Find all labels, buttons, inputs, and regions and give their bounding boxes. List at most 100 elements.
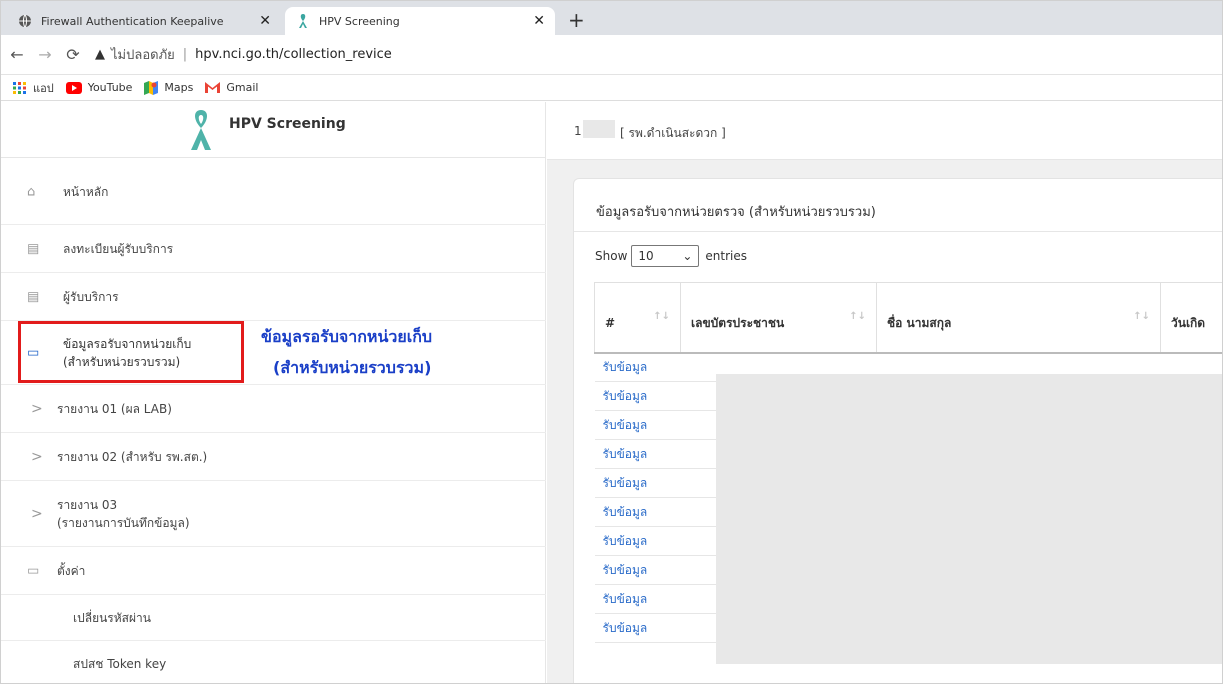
- tab-firewall[interactable]: Firewall Authentication Keepalive ✕: [7, 7, 281, 35]
- card-title: ข้อมูลรอรับจากหน่วยตรวจ (สำหรับหน่วยรวบร…: [596, 205, 876, 220]
- brand-header[interactable]: HPV Screening: [1, 102, 546, 158]
- receive-data-link[interactable]: รับข้อมูล: [594, 555, 681, 585]
- sidebar-item-label-line2: (รายงานการบันทึกข้อมูล): [57, 515, 190, 530]
- apps-grid-icon: [13, 81, 27, 94]
- warning-icon: ▲: [95, 47, 105, 62]
- sidebar-item-label-line1: รายงาน 03: [57, 497, 118, 512]
- list-icon: ▤: [27, 289, 40, 304]
- forward-icon[interactable]: →: [33, 45, 57, 64]
- receive-data-link[interactable]: รับข้อมูล: [594, 613, 681, 643]
- receive-data-link[interactable]: รับข้อมูล: [594, 584, 681, 614]
- annotation-line2: (สำหรับหน่วยรวบรวม): [273, 358, 432, 377]
- sidebar-item-change-password[interactable]: เปลี่ยนรหัสผ่าน: [1, 595, 546, 641]
- sidebar-item-label: ลงทะเบียนผู้รับบริการ: [63, 241, 174, 256]
- bookmark-gmail[interactable]: Gmail: [205, 81, 258, 94]
- sort-icon: ↑↓: [653, 311, 670, 322]
- bookmarks-bar: แอป YouTube Maps Gmail: [1, 75, 1222, 101]
- reload-icon[interactable]: ⟳: [61, 45, 85, 64]
- bookmark-apps[interactable]: แอป: [13, 79, 54, 97]
- column-header[interactable]: # ↑↓: [594, 282, 681, 354]
- close-icon[interactable]: ✕: [259, 13, 271, 29]
- page-size-select[interactable]: 10 ⌄: [631, 245, 700, 267]
- show-label: Show: [595, 249, 628, 263]
- redaction: [583, 120, 615, 138]
- pending-data-card: ข้อมูลรอรับจากหน่วยตรวจ (สำหรับหน่วยรวบร…: [573, 178, 1222, 683]
- tab-hpv-screening[interactable]: HPV Screening ✕: [285, 7, 555, 35]
- divider: [574, 231, 1222, 232]
- entries-label: entries: [705, 249, 747, 263]
- sidebar-item-settings[interactable]: ▭ ตั้งค่า: [1, 547, 546, 595]
- tab-bar: Firewall Authentication Keepalive ✕ HPV …: [1, 1, 1222, 35]
- address-bar: ← → ⟳ ▲ ไม่ปลอดภัย | hpv.nci.go.th/colle…: [1, 35, 1222, 75]
- ribbon-icon: [187, 108, 215, 156]
- column-header[interactable]: เลขบัตรประชาชน ↑↓: [680, 282, 877, 354]
- bookmark-label: Maps: [164, 81, 194, 94]
- youtube-icon: [65, 81, 82, 94]
- back-icon[interactable]: ←: [5, 45, 29, 64]
- redaction: [716, 374, 1222, 664]
- receive-data-link[interactable]: รับข้อมูล: [594, 381, 681, 411]
- chat-icon: ▭: [27, 563, 40, 578]
- bookmark-maps[interactable]: Maps: [144, 80, 194, 95]
- sidebar-item-report-02[interactable]: > รายงาน 02 (สำหรับ รพ.สต.): [1, 433, 546, 481]
- globe-icon: [17, 13, 33, 29]
- receive-data-link[interactable]: รับข้อมูล: [594, 497, 681, 527]
- chevron-right-icon: >: [31, 448, 43, 465]
- sidebar-item-label: ผู้รับบริการ: [63, 289, 119, 304]
- sidebar-item-register[interactable]: ▤ ลงทะเบียนผู้รับบริการ: [1, 225, 546, 273]
- page-size-value: 10: [638, 249, 654, 263]
- annotation-line1: ข้อมูลรอรับจากหน่วยเก็บ: [261, 327, 433, 346]
- chevron-down-icon: ⌄: [682, 249, 693, 263]
- highlight-box: [18, 321, 244, 383]
- bookmark-label: แอป: [33, 81, 54, 95]
- browser-window: Firewall Authentication Keepalive ✕ HPV …: [0, 0, 1223, 684]
- chevron-right-icon: >: [31, 400, 43, 417]
- url-text: hpv.nci.go.th/collection_revice: [195, 47, 392, 62]
- list-icon: ▤: [27, 241, 40, 256]
- sort-icon: ↑↓: [1133, 311, 1150, 322]
- sidebar-item-report-01[interactable]: > รายงาน 01 (ผล LAB): [1, 385, 546, 433]
- table-header-row: # ↑↓ เลขบัตรประชาชน ↑↓ ชื่อ นามสกุล ↑↓ วันเ…: [594, 282, 1222, 354]
- hospital-name: [ รพ.ดำเนินสะดวก ]: [620, 126, 726, 140]
- receive-data-link[interactable]: รับข้อมูล: [594, 410, 681, 440]
- maps-icon: [144, 80, 159, 95]
- tab-title: HPV Screening: [319, 14, 400, 28]
- brand-name: HPV Screening: [229, 116, 346, 132]
- sidebar-item-label: รายงาน 03 (รายงานการบันทึกข้อมูล): [57, 496, 190, 532]
- bookmark-label: YouTube: [87, 81, 133, 94]
- column-header[interactable]: วันเกิด: [1160, 282, 1222, 354]
- org-header: 1 [ รพ.ดำเนินสะดวก ]: [547, 102, 1222, 160]
- receive-data-link[interactable]: รับข้อมูล: [594, 439, 681, 469]
- bookmark-youtube[interactable]: YouTube: [65, 81, 133, 94]
- sort-icon: ↑↓: [849, 311, 866, 322]
- sidebar-item-label: เปลี่ยนรหัสผ่าน: [73, 610, 151, 625]
- chevron-right-icon: >: [31, 505, 43, 522]
- sidebar-item-clients[interactable]: ▤ ผู้รับบริการ: [1, 273, 546, 321]
- home-icon: ⌂: [27, 184, 36, 199]
- column-header[interactable]: ชื่อ นามสกุล ↑↓: [876, 282, 1161, 354]
- sidebar-item-label: ตั้งค่า: [57, 563, 86, 578]
- sidebar-item-home[interactable]: ⌂ หน้าหลัก: [1, 159, 546, 225]
- close-icon[interactable]: ✕: [533, 13, 545, 29]
- bookmark-label: Gmail: [226, 81, 259, 94]
- receive-data-link[interactable]: รับข้อมูล: [594, 352, 681, 382]
- sidebar-item-label: รายงาน 01 (ผล LAB): [57, 401, 172, 416]
- divider: |: [182, 47, 188, 62]
- receive-data-link[interactable]: รับข้อมูล: [594, 526, 681, 556]
- url-field[interactable]: ▲ ไม่ปลอดภัย | hpv.nci.go.th/collection_…: [95, 44, 392, 65]
- annotation-text: ข้อมูลรอรับจากหน่วยเก็บ (สำหรับหน่วยรวบร…: [261, 321, 521, 383]
- org-code: 1: [574, 124, 582, 138]
- receive-data-link[interactable]: รับข้อมูล: [594, 468, 681, 498]
- new-tab-button[interactable]: +: [568, 10, 585, 30]
- page-size-control: Show 10 ⌄ entries: [595, 245, 747, 267]
- ribbon-icon: [295, 13, 311, 29]
- gmail-icon: [205, 82, 221, 93]
- insecure-label: ไม่ปลอดภัย: [111, 48, 175, 63]
- sidebar-item-token-key[interactable]: สปสช Token key: [1, 641, 546, 683]
- tab-title: Firewall Authentication Keepalive: [41, 14, 224, 28]
- sidebar-item-label: รายงาน 02 (สำหรับ รพ.สต.): [57, 449, 208, 464]
- sidebar: HPV Screening ⌂ หน้าหลัก ▤ ลงทะเบียนผู้ร…: [1, 102, 546, 683]
- sidebar-item-report-03[interactable]: > รายงาน 03 (รายงานการบันทึกข้อมูล): [1, 481, 546, 547]
- sidebar-item-label: หน้าหลัก: [63, 184, 109, 199]
- main-content: 1 [ รพ.ดำเนินสะดวก ] ข้อมูลรอรับจากหน่วย…: [547, 102, 1222, 683]
